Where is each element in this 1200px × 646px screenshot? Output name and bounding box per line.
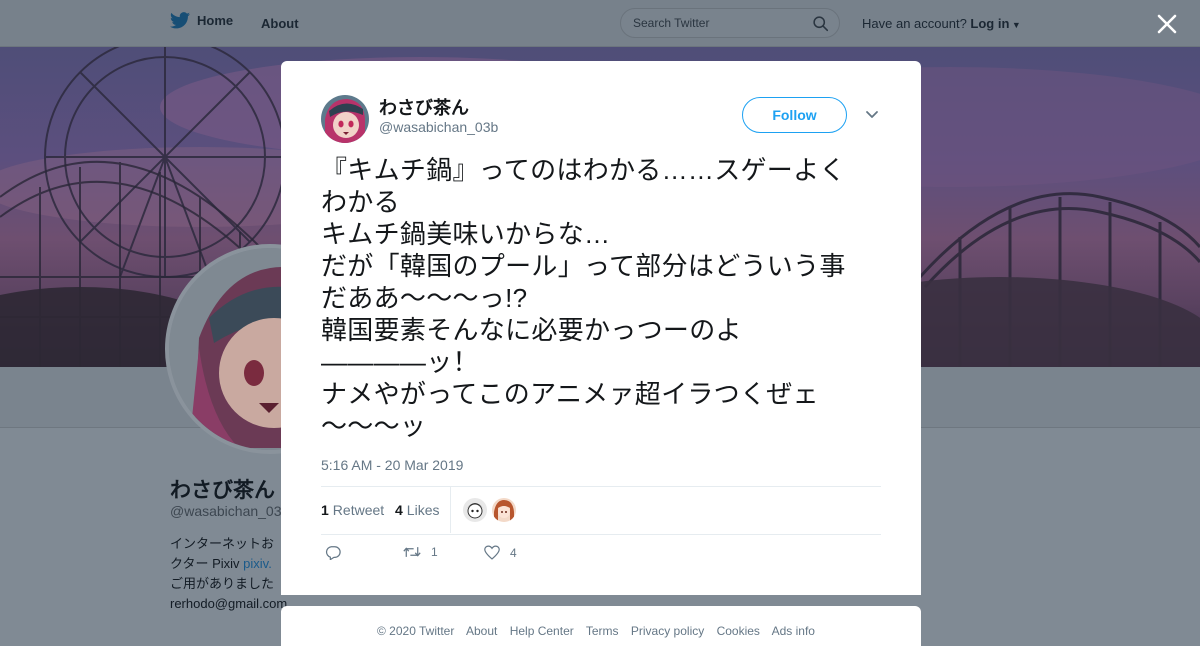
footer-link[interactable]: About (466, 624, 497, 638)
reply-action[interactable] (325, 545, 341, 560)
liker-avatar-image (492, 498, 516, 522)
twitter-bird-icon (170, 12, 190, 29)
search-placeholder: Search Twitter (633, 16, 710, 30)
footer-copyright: © 2020 Twitter (377, 624, 455, 638)
reply-icon (325, 546, 341, 560)
chevron-down-icon[interactable] (865, 110, 879, 120)
retweet-action-count: 1 (431, 545, 438, 559)
tweet-text: 『キムチ鍋』ってのはわかる……スゲーよく わかる キムチ鍋美味いからな… だが「… (321, 155, 846, 441)
stats-divider (450, 487, 451, 533)
likes-stat[interactable]: 4 Likes (395, 502, 439, 518)
chevron-down-icon[interactable]: ▼ (1009, 20, 1021, 30)
bio-link[interactable]: pixiv. (243, 556, 272, 571)
footer-link[interactable]: Cookies (717, 624, 760, 638)
likes-count: 4 (395, 502, 403, 518)
author-handle[interactable]: @wasabichan_03b (379, 119, 498, 135)
author-avatar[interactable] (321, 95, 369, 143)
footer-link[interactable]: Privacy policy (631, 624, 704, 638)
close-icon[interactable] (1154, 11, 1180, 37)
retweet-icon (403, 547, 421, 557)
tweet-timestamp[interactable]: 5:16 AM - 20 Mar 2019 (321, 457, 463, 473)
profile-handle: @wasabichan_03 (170, 503, 282, 519)
like-action[interactable]: 4 (484, 545, 517, 560)
nav-home[interactable]: Home (170, 12, 233, 29)
retweet-count: 1 (321, 502, 329, 518)
footer: © 2020 Twitter About Help Center Terms P… (281, 606, 921, 646)
author-avatar-image (321, 95, 369, 143)
nav-about[interactable]: About (261, 16, 299, 31)
liker-avatar-image (463, 498, 487, 522)
like-action-count: 4 (510, 545, 517, 560)
profile-name: わさび茶ん (170, 479, 275, 502)
search-input[interactable]: Search Twitter (620, 8, 840, 38)
liker-avatar[interactable] (492, 498, 516, 522)
tweet-stats: 1 Retweet 4 Likes (321, 486, 881, 535)
retweet-action[interactable]: 1 (403, 545, 438, 559)
top-navigation: Home About Search Twitter Have an accoun… (0, 0, 1200, 47)
footer-links: © 2020 Twitter About Help Center Terms P… (377, 624, 824, 638)
account-area: Have an account? Log in ▼ (862, 16, 1021, 31)
bio-line: ご用がありました (170, 576, 275, 591)
tweet-modal: わさび茶ん @wasabichan_03b Follow 『キムチ鍋』ってのはわ… (281, 61, 921, 595)
footer-link[interactable]: Ads info (772, 624, 815, 638)
footer-link[interactable]: Terms (586, 624, 619, 638)
author-name[interactable]: わさび茶ん (379, 94, 469, 120)
retweet-stat[interactable]: 1 Retweet (321, 502, 384, 518)
heart-icon (484, 545, 500, 560)
profile-bio: インターネットお クター Pixiv pixiv. ご用がありました rerho… (170, 534, 290, 614)
liker-avatar[interactable] (463, 498, 487, 522)
footer-link[interactable]: Help Center (510, 624, 574, 638)
search-icon[interactable] (812, 15, 829, 32)
login-link[interactable]: Log in (970, 16, 1009, 31)
nav-home-label: Home (197, 13, 234, 28)
retweet-stat-label: Retweet (332, 502, 385, 518)
account-prompt: Have an account? (862, 16, 967, 31)
bio-line: クター Pixiv pixiv. (170, 556, 272, 571)
follow-button[interactable]: Follow (742, 97, 847, 133)
bio-line: インターネットお (170, 536, 275, 551)
likes-stat-label: Likes (406, 502, 440, 518)
bio-email: rerhodo@gmail.com (170, 596, 288, 611)
